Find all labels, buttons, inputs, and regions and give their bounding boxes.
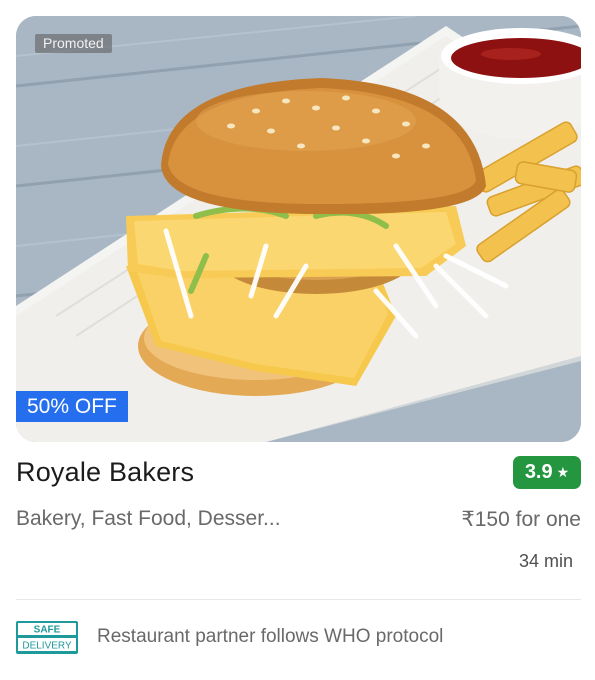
star-icon: ★ [556, 464, 570, 480]
safety-protocol-text: Restaurant partner follows WHO protocol [97, 626, 444, 647]
divider [16, 599, 581, 600]
cuisine-list: Bakery, Fast Food, Desser... [16, 507, 281, 530]
burger-illustration [16, 16, 581, 442]
restaurant-name[interactable]: Royale Bakers [16, 457, 194, 488]
rating-badge: 3.9 ★ [513, 456, 581, 489]
price-for-one: ₹150 for one [461, 508, 581, 531]
restaurant-card[interactable]: Promoted 50% OFF Royale Bakers 3.9 ★ Bak… [0, 0, 595, 680]
restaurant-image[interactable] [16, 16, 581, 442]
rating-value: 3.9 [524, 461, 553, 483]
safe-badge-line1: SAFE [34, 625, 61, 636]
safe-delivery-icon: SAFE DELIVERY [16, 621, 78, 654]
promoted-label: Promoted [35, 34, 112, 53]
offer-badge: 50% OFF [16, 391, 128, 422]
delivery-time: 34 min [518, 551, 573, 571]
safe-badge-line2: DELIVERY [22, 641, 72, 652]
